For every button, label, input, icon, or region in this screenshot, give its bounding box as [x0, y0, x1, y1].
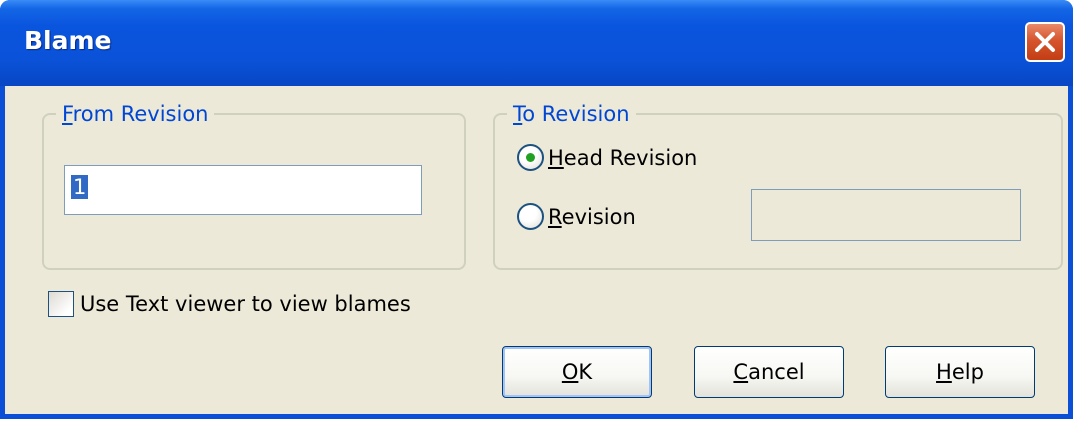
help-button[interactable]: Help [885, 346, 1035, 398]
close-button[interactable] [1025, 22, 1065, 62]
use-text-viewer-checkbox[interactable] [48, 291, 74, 317]
revision-option[interactable]: Revision [517, 203, 636, 230]
window-title: Blame [24, 26, 112, 55]
dialog-body: From Revision 1 To Revision Head Revisio… [5, 86, 1068, 414]
from-revision-legend: From Revision [62, 102, 209, 126]
from-revision-input[interactable]: 1 [64, 165, 422, 215]
from-revision-value: 1 [71, 175, 89, 199]
head-revision-radio[interactable] [517, 144, 544, 171]
to-revision-group: To Revision [493, 102, 1063, 270]
title-bar[interactable]: Blame [0, 0, 1073, 86]
to-revision-legend: To Revision [513, 102, 630, 126]
cancel-button[interactable]: Cancel [694, 346, 844, 398]
use-text-viewer-option[interactable]: Use Text viewer to view blames [48, 291, 411, 317]
use-text-viewer-label: Use Text viewer to view blames [80, 292, 411, 316]
revision-label: Revision [548, 204, 636, 229]
close-icon [1035, 32, 1055, 52]
radio-selected-dot [526, 153, 535, 162]
revision-number-input[interactable] [751, 189, 1021, 241]
revision-radio[interactable] [517, 203, 544, 230]
head-revision-option[interactable]: Head Revision [517, 144, 697, 171]
head-revision-label: Head Revision [548, 145, 698, 170]
blame-dialog: Blame From Revision 1 To Revision Head R… [0, 0, 1073, 419]
ok-button[interactable]: OK [502, 346, 652, 398]
